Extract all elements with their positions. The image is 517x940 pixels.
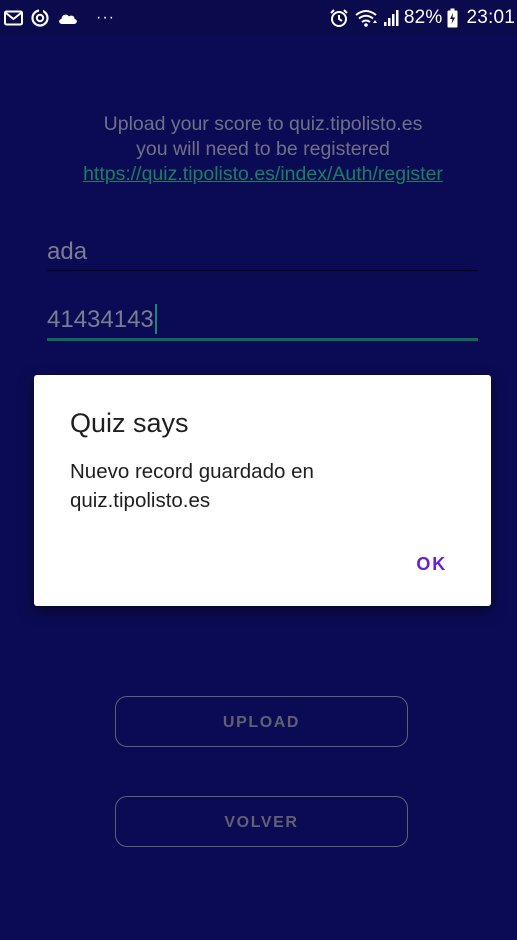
status-system: 82% 23:01 — [329, 7, 515, 29]
upload-info-text: Upload your score to quiz.tipolisto.es y… — [0, 112, 517, 162]
register-link[interactable]: https://quiz.tipolisto.es/index/Auth/reg… — [0, 162, 517, 187]
password-value: 41434143 — [47, 306, 154, 333]
username-field[interactable]: ada — [47, 234, 478, 271]
status-notifications: ··· — [4, 7, 115, 29]
battery-icon — [447, 8, 458, 28]
status-bar: ··· 82% 23:01 — [0, 0, 517, 36]
volver-button[interactable]: VOLVER — [115, 796, 408, 847]
sync-icon — [30, 8, 50, 28]
mail-icon — [4, 10, 23, 26]
text-cursor — [154, 303, 157, 334]
more-notifications-indicator: ··· — [96, 9, 115, 26]
dialog-message: Nuevo record guardado en quiz.tipolisto.… — [70, 460, 314, 512]
info-line-1: Upload your score to quiz.tipolisto.es — [103, 113, 423, 135]
username-value: ada — [47, 238, 88, 265]
alert-dialog: Quiz says Nuevo record guardado en quiz.… — [34, 375, 491, 606]
clock: 23:01 — [466, 7, 515, 28]
alarm-icon — [329, 8, 349, 28]
battery-percentage: 82% — [403, 7, 443, 28]
password-field[interactable]: 41434143 — [47, 302, 478, 341]
cloud-icon — [57, 10, 79, 26]
upload-button[interactable]: UPLOAD — [115, 696, 408, 747]
dialog-title: Quiz says — [70, 408, 189, 438]
ok-button[interactable]: OK — [416, 551, 447, 577]
info-line-2: you will need to be registered — [136, 138, 390, 160]
wifi-icon — [354, 8, 378, 28]
signal-icon — [383, 9, 399, 27]
